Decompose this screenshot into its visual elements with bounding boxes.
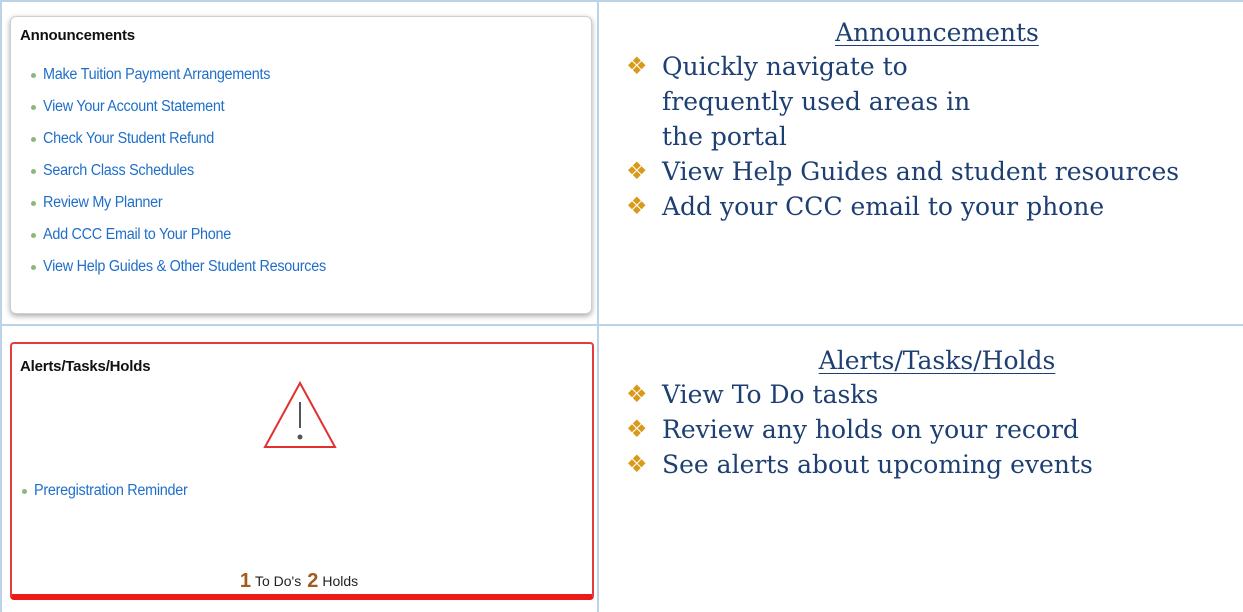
bullet-dot-icon [31,168,36,174]
bullet-dot-icon [31,232,36,238]
announcements-bullet-list: ❖ Quickly navigate to frequently used are… [614,49,1240,224]
help-guides-link[interactable]: View Help Guides & Other Student Resourc… [43,258,326,276]
bullet-dot-icon [31,200,36,206]
ccc-email-phone-link[interactable]: Add CCC Email to Your Phone [43,226,231,244]
todo-count[interactable]: 1 [240,570,251,592]
list-item: ❖ Quickly navigate to frequently used are… [614,49,1240,154]
diamond-bullet-icon: ❖ [626,450,648,478]
list-item: ❖ Add your CCC email to your phone [614,189,1240,224]
bullet-text: View To Do tasks [662,380,879,409]
alerts-description: Alerts/Tasks/Holds ❖ View To Do tasks ❖ Re… [614,346,1240,482]
my-planner-link[interactable]: Review My Planner [43,194,163,212]
bullet-dot-icon [31,264,36,270]
announcements-title: Announcements [20,27,135,44]
list-item: Make Tuition Payment Arrangements [31,59,347,91]
list-item: Check Your Student Refund [31,123,347,155]
list-item: View Help Guides & Other Student Resourc… [31,251,347,283]
warning-triangle-icon [263,380,337,448]
diamond-bullet-icon: ❖ [626,157,648,185]
holds-label: Holds [322,573,359,589]
announcements-description: Announcements ❖ Quickly navigate to frequ… [614,18,1240,224]
tuition-payment-link[interactable]: Make Tuition Payment Arrangements [43,66,270,84]
todo-holds-counts: 1 To Do's 2 Holds [12,570,592,593]
class-schedules-link[interactable]: Search Class Schedules [43,162,194,180]
bullet-text: Add your CCC email to your phone [662,192,1105,221]
diamond-bullet-icon: ❖ [626,415,648,443]
announcements-link-list: Make Tuition Payment Arrangements View Y… [31,59,347,283]
alerts-bullet-list: ❖ View To Do tasks ❖ Review any holds on y… [614,377,1240,482]
account-statement-link[interactable]: View Your Account Statement [43,98,225,116]
list-item: Preregistration Reminder [22,482,199,500]
column-divider [597,0,599,612]
list-item: View Your Account Statement [31,91,347,123]
diamond-bullet-icon: ❖ [626,192,648,220]
list-item: ❖ See alerts about upcoming events [614,447,1240,482]
list-item: Review My Planner [31,187,347,219]
todo-label: To Do's [254,573,302,589]
bullet-text: View Help Guides and student resources [662,157,1180,186]
bullet-dot-icon [31,72,36,78]
student-refund-link[interactable]: Check Your Student Refund [43,130,214,148]
alerts-title: Alerts/Tasks/Holds [20,358,151,375]
bullet-dot-icon [31,104,36,110]
announcements-portlet: Announcements Make Tuition Payment Arran… [10,16,592,314]
top-divider [0,0,1243,2]
bullet-dot-icon [31,136,36,142]
diamond-bullet-icon: ❖ [626,380,648,408]
list-item: Add CCC Email to Your Phone [31,219,347,251]
left-border [0,0,2,612]
preregistration-reminder-link[interactable]: Preregistration Reminder [34,482,188,500]
announcements-heading: Announcements [835,18,1039,47]
bullet-text: See alerts about upcoming events [662,450,1093,479]
bullet-text: Quickly navigate to frequently used area… [662,52,971,151]
bullet-dot-icon [22,488,27,494]
list-item: ❖ View To Do tasks [614,377,1240,412]
alerts-heading: Alerts/Tasks/Holds [818,346,1056,375]
diamond-bullet-icon: ❖ [626,52,648,80]
middle-divider [0,324,1243,326]
list-item: ❖ View Help Guides and student resources [614,154,1240,189]
list-item: Search Class Schedules [31,155,347,187]
list-item: ❖ Review any holds on your record [614,412,1240,447]
bullet-text: Review any holds on your record [662,415,1079,444]
holds-count[interactable]: 2 [307,570,318,592]
alerts-tasks-holds-portlet: Alerts/Tasks/Holds Preregistration Remin… [10,342,594,600]
